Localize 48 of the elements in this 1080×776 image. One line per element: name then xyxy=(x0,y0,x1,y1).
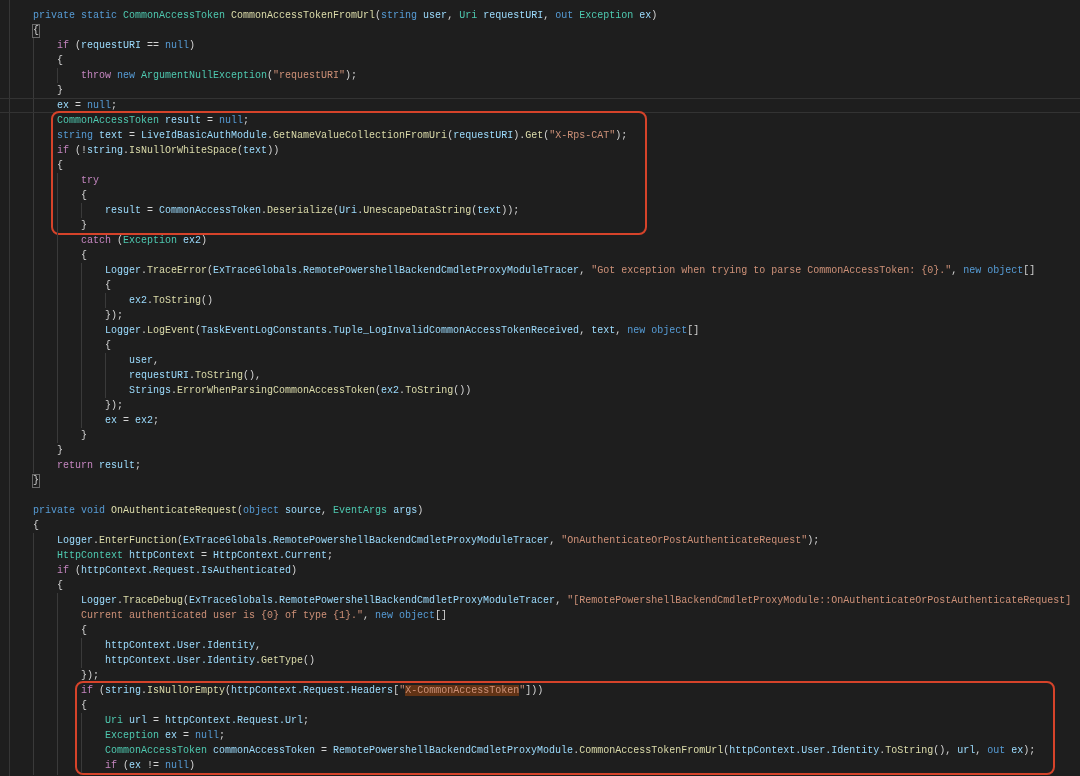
code-line: Uri url = httpContext.Request.Url; xyxy=(105,715,310,726)
code-line: Logger.TraceError(ExTraceGlobals.RemotePowershellBackendCmdletProxyModuleTracer, "Got exception when trying to parse CommonAccessToken: {0}.", new object[] xyxy=(105,265,1036,276)
code-line: { xyxy=(57,580,63,591)
code-line: result = CommonAccessToken.Deserialize(Uri.UnescapeDataString(text)); xyxy=(105,205,520,216)
code-line: Logger.EnterFunction(ExTraceGlobals.RemotePowershellBackendCmdletProxyModuleTracer, "OnAuthenticateOrPostAuthenticateRequest"); xyxy=(57,535,820,546)
code-line: Logger.TraceDebug(ExTraceGlobals.RemotePowershellBackendCmdletProxyModuleTracer, "[RemotePowershellBackendCmdletProxyModule::OnAuthenticateOrPostAuthenticateRequest] xyxy=(81,595,1072,606)
code-line: catch (Exception ex2) xyxy=(81,235,208,246)
code-line: { xyxy=(81,250,87,261)
code-line: { xyxy=(81,700,87,711)
code-line: httpContext.User.Identity, xyxy=(105,640,262,651)
code-line: private static CommonAccessToken CommonAccessTokenFromUrl(string user, Uri requestURI, out Exception ex) xyxy=(33,10,658,21)
code-line: { xyxy=(57,55,63,66)
code-line: { xyxy=(105,280,111,291)
code-line: throw new ArgumentNullException("requestURI"); xyxy=(81,70,358,81)
code-line: } xyxy=(81,220,87,231)
code-line: ex2.ToString() xyxy=(129,295,214,306)
code-line: string text = LiveIdBasicAuthModule.GetNameValueCollectionFromUri(requestURI).Get("X-Rps-CAT"); xyxy=(57,130,628,141)
code-line: Strings.ErrorWhenParsingCommonAccessToken(ex2.ToString()) xyxy=(129,385,472,396)
code-line: } xyxy=(81,430,87,441)
code-line: HttpContext httpContext = HttpContext.Current; xyxy=(57,550,334,561)
code-line: ex = null; xyxy=(57,100,118,111)
code-line: Current authenticated user is {0} of type {1}.", new object[] xyxy=(81,610,448,621)
code-line: if (string.IsNullOrEmpty(httpContext.Request.Headers["X-CommonAccessToken"])) xyxy=(81,685,544,696)
code-line: } xyxy=(57,445,63,456)
code-line: { xyxy=(81,625,87,636)
code-line: }); xyxy=(105,400,123,411)
code-line: { xyxy=(33,520,39,531)
code-line: if (!string.IsNullOrWhiteSpace(text)) xyxy=(57,145,280,156)
code-line: requestURI.ToString(), xyxy=(129,370,262,381)
code-line: CommonAccessToken result = null; xyxy=(57,115,250,126)
code-line: user, xyxy=(129,355,160,366)
code-line: Logger.LogEvent(TaskEventLogConstants.Tuple_LogInvalidCommonAccessTokenReceived, text, new object[] xyxy=(105,325,700,336)
code-line: }); xyxy=(105,310,123,321)
code-line: httpContext.User.Identity.GetType() xyxy=(105,655,316,666)
code-line: } xyxy=(57,85,63,96)
code-line: ex = ex2; xyxy=(105,415,160,426)
code-line: if (requestURI == null) xyxy=(57,40,196,51)
code-line: Exception ex = null; xyxy=(105,730,226,741)
code-line: if (httpContext.Request.IsAuthenticated) xyxy=(57,565,298,576)
code-line: }); xyxy=(81,670,99,681)
code-line: { xyxy=(57,160,63,171)
code-line: if (ex != null) xyxy=(105,760,196,771)
code-line: try xyxy=(81,175,99,186)
code-line: private void OnAuthenticateRequest(object source, EventArgs args) xyxy=(33,505,424,516)
code-line: CommonAccessToken commonAccessToken = RemotePowershellBackendCmdletProxyModule.CommonAccessTokenFromUrl(httpContext.User.Identity.ToString(), url, out ex); xyxy=(105,745,1036,756)
code-line: { xyxy=(105,340,111,351)
code-line: return result; xyxy=(57,460,142,471)
code-line: { xyxy=(81,190,87,201)
